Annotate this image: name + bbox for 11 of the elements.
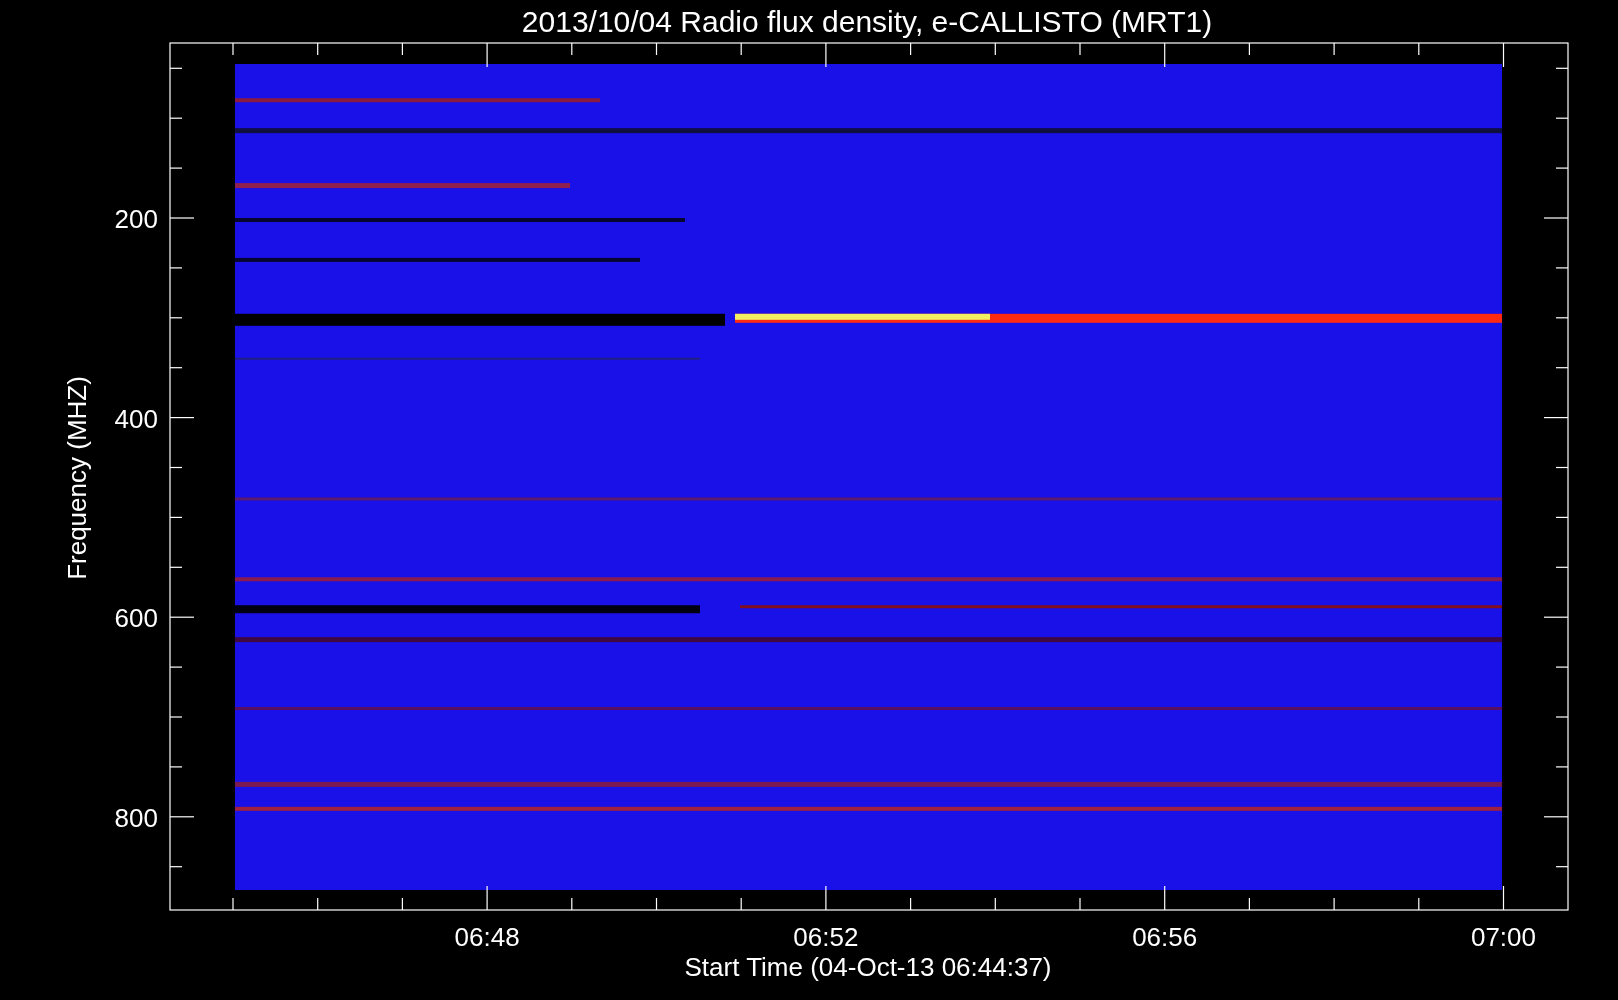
chart-title: 2013/10/04 Radio flux density, e-CALLISTO (MRT1): [521, 5, 1213, 38]
y-tick-label: 200: [114, 204, 158, 234]
x-tick-label: 06:48: [454, 922, 520, 952]
y-tick-label: 400: [114, 403, 158, 434]
x-tick-label: 06:52: [793, 922, 859, 952]
x-tick-label: 07:00: [1470, 922, 1537, 952]
x-axis-label: Start Time (04-Oct-13 06:44:37): [684, 952, 1052, 982]
y-axis-label: Frequency (MHZ): [62, 376, 92, 580]
y-tick-label: 600: [114, 603, 158, 634]
y-tick-label: 800: [114, 802, 158, 833]
x-tick-label: 06:56: [1132, 922, 1198, 952]
